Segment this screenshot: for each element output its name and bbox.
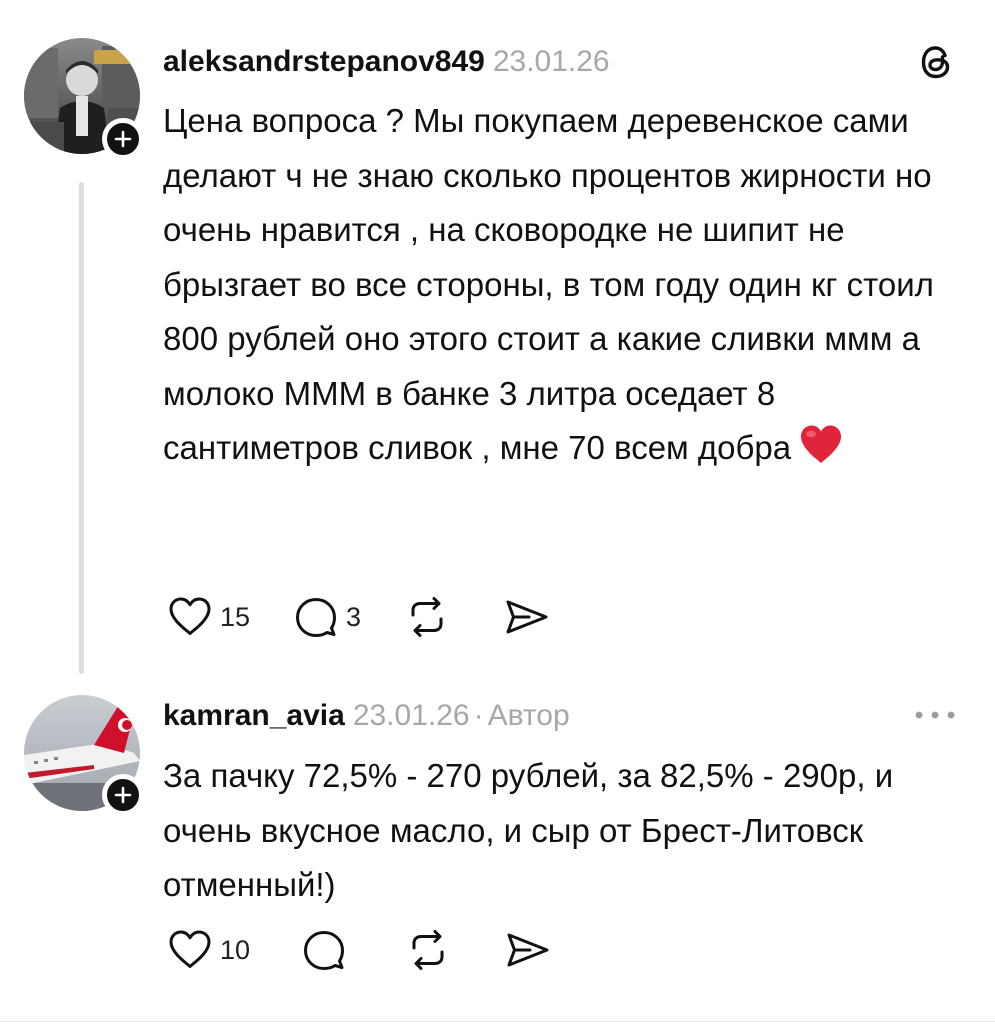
plus-icon: [114, 786, 132, 804]
heart-outline-icon: [169, 930, 211, 968]
comment-header: aleksandrstepanov849 23.01.26: [163, 44, 610, 80]
reply-button[interactable]: [300, 928, 348, 972]
repost-icon: [412, 930, 444, 970]
reply-count: 3: [346, 601, 362, 632]
author-badge: Автор: [487, 699, 570, 732]
divider: [0, 1021, 995, 1022]
comment-text-content: За пачку 72,5% - 270 рублей, за 82,5% - …: [163, 757, 894, 903]
more-options-icon[interactable]: [914, 708, 956, 726]
separator-dot: ·: [473, 699, 484, 732]
send-arrow-icon: [507, 933, 549, 967]
red-heart-emoji: [797, 423, 845, 482]
threads-logo-icon[interactable]: [916, 42, 956, 87]
post-date: 23.01.26: [352, 699, 470, 732]
like-button[interactable]: 10: [166, 928, 250, 972]
comment-header: kamran_avia 23.01.26 · Автор: [163, 698, 570, 734]
post-date: 23.01.26: [492, 45, 610, 78]
action-bar: 15 3: [166, 595, 551, 639]
plus-icon: [114, 130, 132, 148]
comment-text: За пачку 72,5% - 270 рублей, за 82,5% - …: [163, 749, 913, 913]
like-count: 15: [220, 601, 251, 632]
username[interactable]: aleksandrstepanov849: [163, 45, 485, 78]
thread-line: [79, 182, 84, 674]
reply-button[interactable]: 3: [292, 595, 361, 639]
username[interactable]: kamran_avia: [163, 699, 345, 732]
follow-button[interactable]: [102, 118, 144, 160]
comment-text-content: Цена вопроса ? Мы покупаем деревенское с…: [163, 102, 934, 466]
comment-2: kamran_avia 23.01.26 · Автор За пачку 72,5%…: [0, 690, 995, 1024]
speech-bubble-icon: [296, 598, 337, 637]
heart-outline-icon: [169, 597, 211, 635]
comment-text: Цена вопроса ? Мы покупаем деревенское с…: [163, 94, 953, 482]
send-arrow-icon: [506, 600, 548, 634]
repost-button[interactable]: [403, 595, 451, 639]
repost-button[interactable]: [404, 928, 452, 972]
speech-bubble-icon: [304, 931, 345, 970]
share-button[interactable]: [503, 595, 551, 639]
comment-1: aleksandrstepanov849 23.01.26 Цена вопрос…: [0, 0, 995, 690]
share-button[interactable]: [504, 928, 552, 972]
repost-icon: [411, 597, 443, 637]
follow-button[interactable]: [102, 774, 144, 816]
like-count: 10: [220, 934, 251, 965]
like-button[interactable]: 15: [166, 595, 250, 639]
action-bar: 10: [166, 928, 552, 972]
